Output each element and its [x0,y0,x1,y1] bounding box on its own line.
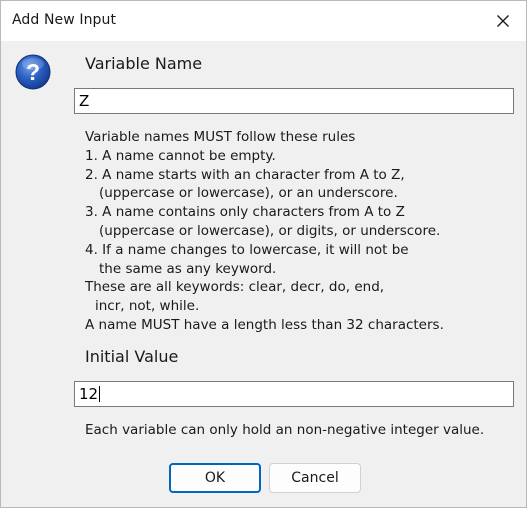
rules-line: These are all keywords: clear, decr, do,… [85,279,385,296]
question-icon: ? [15,54,51,90]
text-caret [99,386,101,402]
dialog-title: Add New Input [12,12,117,28]
naming-rules: Variable names MUST follow these rules 1… [85,128,444,335]
rules-line: 2. A name starts with an character from … [85,166,405,183]
rules-line: Variable names MUST follow these rules [85,129,356,145]
rules-line: (uppercase or lowercase), or digits, or … [99,222,441,239]
rules-line: incr, not, while. [95,298,200,315]
cancel-button[interactable]: Cancel [269,463,361,493]
variable-name-value: Z [79,92,90,110]
svg-text:?: ? [26,59,40,85]
rules-line: 1. A name cannot be empty. [85,147,276,164]
rules-line: 4. If a name changes to lowercase, it wi… [85,241,409,258]
close-icon [497,15,509,27]
variable-name-heading: Variable Name [85,54,203,73]
initial-value-input[interactable]: 12 [74,381,514,407]
rules-line: (uppercase or lowercase), or an undersco… [99,185,398,202]
value-note: Each variable can only hold an non-negat… [85,422,485,438]
initial-value-heading: Initial Value [85,347,179,366]
ok-button[interactable]: OK [169,463,261,493]
rules-line: the same as any keyword. [99,260,277,277]
rules-line: A name MUST have a length less than 32 c… [85,316,444,333]
variable-name-input[interactable]: Z [74,88,514,114]
close-button[interactable] [480,1,526,41]
add-new-input-dialog: Add New Input ? Variable Name Z Variable… [0,0,527,508]
title-bar[interactable]: Add New Input [1,1,526,41]
initial-value-value: 12 [79,385,99,403]
rules-line: 3. A name contains only characters from … [85,204,405,221]
dialog-body: ? Variable Name Z Variable names MUST fo… [1,41,526,507]
